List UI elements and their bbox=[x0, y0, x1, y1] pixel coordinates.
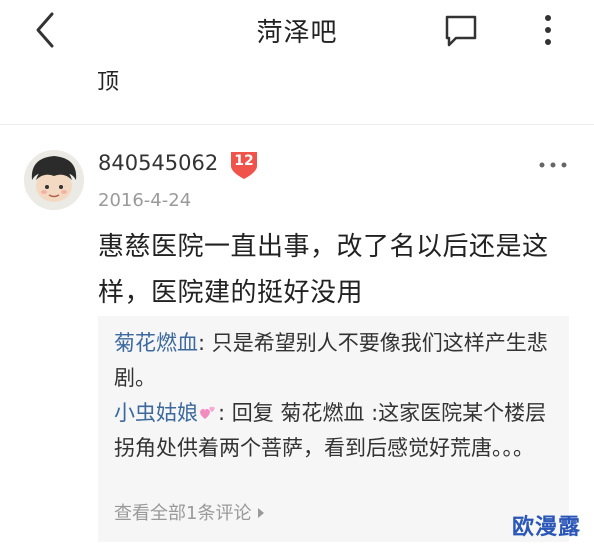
watermark: 欧漫露 bbox=[512, 515, 582, 540]
view-all-label: 查看全部1条评论 bbox=[114, 503, 252, 524]
level-badge: 12 bbox=[228, 150, 260, 180]
more-horizontal-icon bbox=[539, 162, 567, 168]
divider bbox=[0, 124, 594, 125]
level-number: 12 bbox=[234, 153, 254, 169]
post-username[interactable]: 840545062 bbox=[98, 151, 218, 175]
more-options-button[interactable] bbox=[535, 12, 561, 52]
page-title: 菏泽吧 bbox=[256, 18, 338, 48]
avatar[interactable] bbox=[24, 150, 84, 210]
reply-box: 菊花燃血: 只是希望别人不要像我们这样产生悲剧。 小虫姑娘: 回复 菊花燃血 :… bbox=[98, 316, 569, 542]
more-vertical-icon bbox=[545, 15, 551, 45]
post-more-button[interactable] bbox=[537, 155, 569, 175]
reply-item: 菊花燃血: 只是希望别人不要像我们这样产生悲剧。 bbox=[114, 326, 554, 396]
caret-right-icon bbox=[258, 508, 265, 518]
comment-button[interactable] bbox=[443, 14, 479, 48]
post-body: 惠慈医院一直出事，改了名以后还是这样，医院建的挺好没用 bbox=[98, 232, 549, 308]
reply-author[interactable]: 小虫姑娘 bbox=[114, 401, 198, 425]
view-all-comments-link[interactable]: 查看全部1条评论 bbox=[114, 499, 265, 525]
comment-icon bbox=[445, 15, 477, 47]
avatar-image bbox=[24, 150, 84, 210]
reply-author[interactable]: 菊花燃血 bbox=[114, 331, 198, 355]
post-date: 2016-4-24 bbox=[98, 190, 192, 211]
reply-item: 小虫姑娘: 回复 菊花燃血 :这家医院某个楼层拐角处供着两个菩萨，看到后感觉好荒… bbox=[114, 396, 554, 466]
top-bar: 菏泽吧 bbox=[0, 0, 594, 62]
previous-post-tail: 顶 bbox=[97, 70, 120, 95]
hearts-icon bbox=[200, 406, 215, 419]
